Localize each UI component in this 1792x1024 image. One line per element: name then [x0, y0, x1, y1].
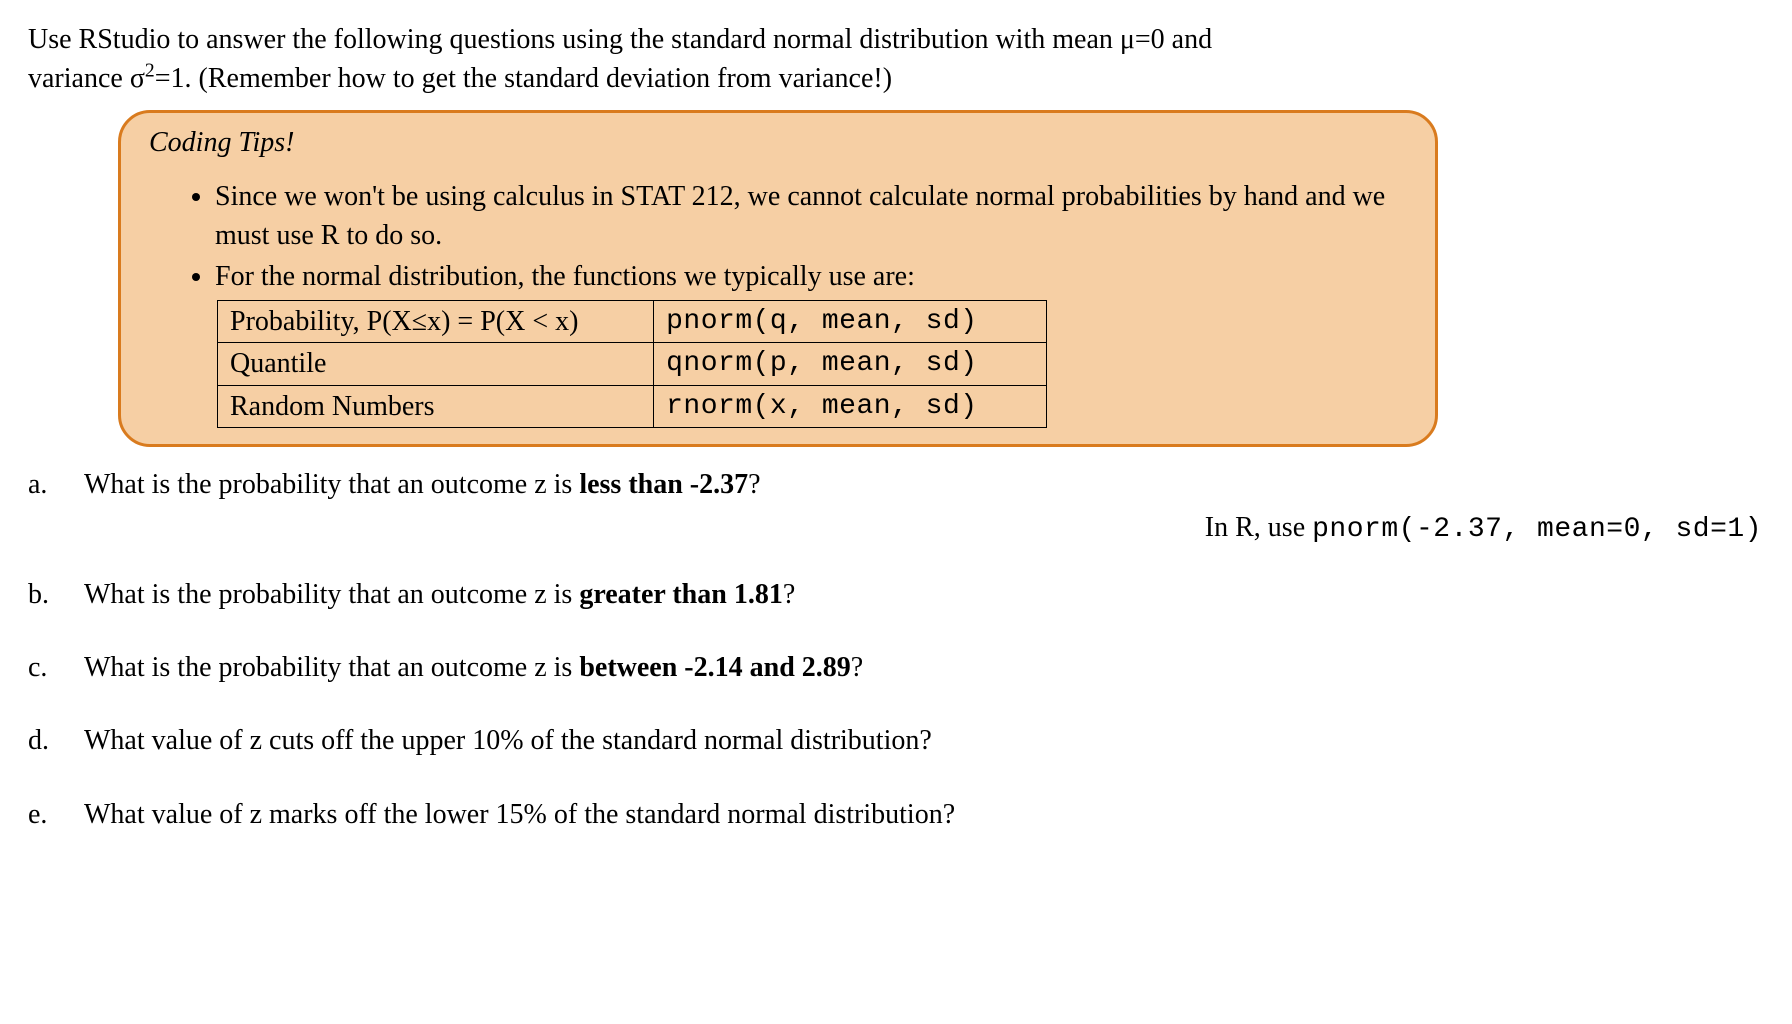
question-letter: a.: [28, 465, 84, 504]
question-list: a. What is the probability that an outco…: [28, 465, 1764, 504]
question-text: What is the probability that an outcome …: [84, 575, 1764, 614]
question-a: a. What is the probability that an outco…: [28, 465, 1764, 504]
intro-line1: Use RStudio to answer the following ques…: [28, 24, 1212, 55]
table-row: Quantile qnorm(p, mean, sd): [218, 343, 1047, 385]
intro-line2-pre: variance σ: [28, 63, 145, 94]
q-c-bold: between -2.14 and 2.89: [579, 652, 850, 683]
q-a-post: ?: [748, 469, 760, 500]
q-c-post: ?: [851, 652, 863, 683]
q-b-bold: greater than 1.81: [579, 579, 783, 610]
intro-line2-post: =1. (Remember how to get the standard de…: [155, 63, 892, 94]
table-cell-code: qnorm(p, mean, sd): [654, 343, 1047, 385]
q-a-bold: less than -2.37: [579, 469, 748, 500]
question-text: What is the probability that an outcome …: [84, 465, 1764, 504]
question-letter: b.: [28, 575, 84, 614]
q-b-pre: What is the probability that an outcome …: [84, 579, 579, 610]
tips-bullet-1: Since we won't be using calculus in STAT…: [215, 177, 1411, 255]
r-hint: In R, use pnorm(-2.37, mean=0, sd=1): [28, 508, 1764, 549]
table-cell-code: rnorm(x, mean, sd): [654, 385, 1047, 427]
question-letter: d.: [28, 721, 84, 760]
r-hint-pre: In R, use: [1205, 512, 1312, 543]
table-cell-desc: Probability, P(X≤x) = P(X < x): [218, 301, 654, 343]
question-c: c. What is the probability that an outco…: [28, 648, 1764, 687]
table-cell-code: pnorm(q, mean, sd): [654, 301, 1047, 343]
question-letter: e.: [28, 795, 84, 834]
tips-bullet-2: For the normal distribution, the functio…: [215, 257, 1411, 428]
question-b: b. What is the probability that an outco…: [28, 575, 1764, 614]
table-row: Random Numbers rnorm(x, mean, sd): [218, 385, 1047, 427]
intro-text: Use RStudio to answer the following ques…: [28, 20, 1764, 98]
table-cell-desc: Quantile: [218, 343, 654, 385]
q-c-pre: What is the probability that an outcome …: [84, 652, 579, 683]
functions-table: Probability, P(X≤x) = P(X < x) pnorm(q, …: [217, 300, 1047, 428]
question-d: d. What value of z cuts off the upper 10…: [28, 721, 1764, 760]
intro-sup: 2: [145, 61, 155, 82]
question-text: What value of z cuts off the upper 10% o…: [84, 721, 1764, 760]
question-text: What is the probability that an outcome …: [84, 648, 1764, 687]
q-a-pre: What is the probability that an outcome …: [84, 469, 579, 500]
question-letter: c.: [28, 648, 84, 687]
r-hint-code: pnorm(-2.37, mean=0, sd=1): [1312, 514, 1762, 545]
tips-list: Since we won't be using calculus in STAT…: [215, 177, 1411, 428]
table-cell-desc: Random Numbers: [218, 385, 654, 427]
q-b-post: ?: [783, 579, 795, 610]
question-text: What value of z marks off the lower 15% …: [84, 795, 1764, 834]
tips-title: Coding Tips!: [149, 123, 1411, 162]
question-list-rest: b. What is the probability that an outco…: [28, 575, 1764, 834]
question-e: e. What value of z marks off the lower 1…: [28, 795, 1764, 834]
tips-bullet-2-text: For the normal distribution, the functio…: [215, 261, 915, 292]
table-row: Probability, P(X≤x) = P(X < x) pnorm(q, …: [218, 301, 1047, 343]
coding-tips-box: Coding Tips! Since we won't be using cal…: [118, 110, 1438, 446]
